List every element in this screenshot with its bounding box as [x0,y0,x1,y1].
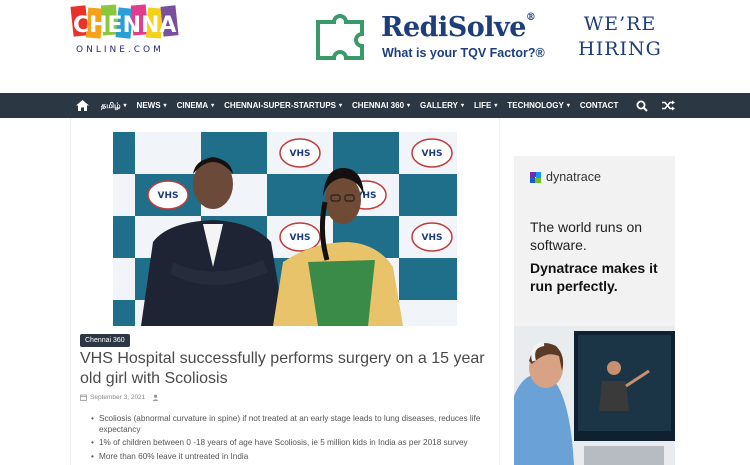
author-icon[interactable] [152,394,159,401]
ad-headline: The world runs on software. [530,219,643,253]
ad-subheadline: Dynatrace makes it run perfectly. [530,260,658,294]
nav-item-tamil[interactable]: தமிழ் ▾ [96,93,132,118]
dynatrace-brand: dynatrace [546,170,601,184]
logo-wordmark: CHENNAI [70,4,185,39]
ad-hiring: WE’RE HIRING [578,13,662,60]
nav-item-chennai-360[interactable]: CHENNAI 360 ▾ [347,93,415,118]
list-item: More than 60% leave it untreated in Indi… [91,452,491,463]
calendar-icon [80,394,87,401]
svg-text:VHS: VHS [422,149,443,159]
puzzle-icon [316,14,364,60]
nav-item-contact[interactable]: CONTACT [575,93,624,118]
main-navigation: தமிழ் ▾ NEWS ▾ CINEMA ▾ CHENNAI-SUPER-START… [0,93,750,118]
svg-text:VHS: VHS [158,191,179,201]
site-header: CHENNAI ONLINE.COM RediSolve® What is yo… [0,0,750,93]
search-icon[interactable] [636,100,648,112]
svg-text:VHS: VHS [422,233,443,243]
dynatrace-logo: dynatrace [529,170,601,184]
dynatrace-ad[interactable]: dynatrace The world runs on software. Dy… [514,156,675,465]
ad-tagline: What is your TQV Factor?® [382,46,545,60]
dynatrace-icon [530,171,541,183]
site-logo[interactable]: CHENNAI ONLINE.COM [70,2,195,62]
nav-item-life[interactable]: LIFE ▾ [469,93,502,118]
ad-brand: RediSolve® [381,12,536,43]
svg-text:VHS: VHS [290,149,311,159]
article-date[interactable]: September 3, 2021 [90,394,145,401]
nav-item-startups[interactable]: CHENNAI-SUPER-STARTUPS ▾ [219,93,347,118]
redisolve-ad-banner[interactable]: RediSolve® What is your TQV Factor?® WE’… [314,10,661,66]
article-column: VHS VHS VHS VHS VHS VHS VHS Chennai [70,118,500,465]
logo-text: CHENNAI [73,13,185,38]
home-link[interactable] [72,93,96,118]
hero-photo: VHS VHS VHS VHS VHS VHS VHS [113,132,457,326]
article-title[interactable]: VHS Hospital successfully performs surge… [80,349,500,389]
nav-item-technology[interactable]: TECHNOLOGY ▾ [502,93,574,118]
article-featured-image[interactable]: VHS VHS VHS VHS VHS VHS VHS [113,132,457,326]
list-item: Scoliosis (abnormal curvature in spine) … [91,414,491,435]
home-icon [76,100,89,111]
article-meta: September 3, 2021 [80,394,159,401]
ad-illustration [514,326,675,465]
list-item: 1% of children between 0 -18 years of ag… [91,438,491,449]
random-shuffle-icon[interactable] [662,100,675,111]
logo-subtitle: ONLINE.COM [76,45,164,55]
svg-text:VHS: VHS [290,233,311,243]
nav-item-news[interactable]: NEWS ▾ [132,93,172,118]
category-badge[interactable]: Chennai 360 [80,334,130,347]
nav-item-cinema[interactable]: CINEMA ▾ [172,93,220,118]
article-highlights: Scoliosis (abnormal curvature in spine) … [91,414,491,465]
nav-item-gallery[interactable]: GALLERY ▾ [415,93,469,118]
